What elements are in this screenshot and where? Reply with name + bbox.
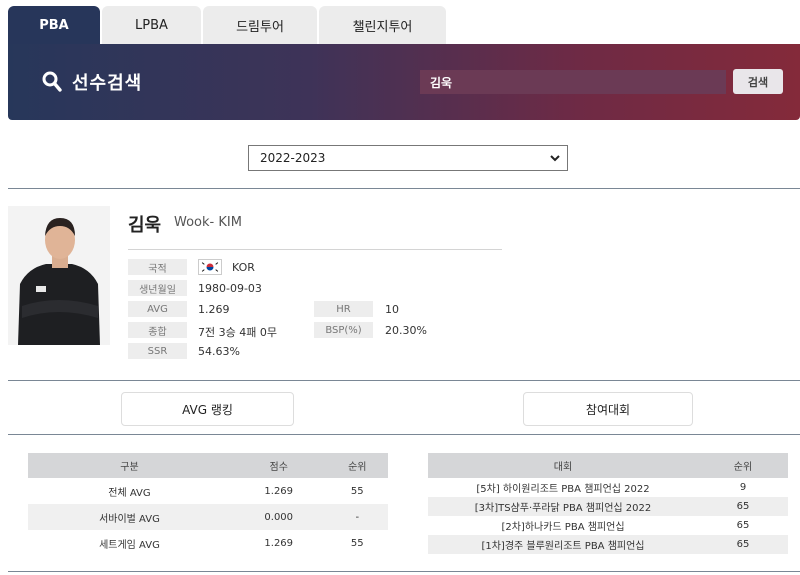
avg-value: 1.269 <box>198 303 230 316</box>
table-row: 세트게임 AVG 1.269 55 <box>28 530 388 556</box>
column-header: 순위 <box>698 453 788 478</box>
table-header-row: 구분 점수 순위 <box>28 453 388 478</box>
divider <box>8 571 800 572</box>
table-cell: 1.269 <box>264 485 294 497</box>
hr-value: 10 <box>385 303 399 316</box>
table-header-row: 대회 순위 <box>428 453 788 478</box>
column-header: 점수 <box>230 453 327 478</box>
player-name-english: Wook- KIM <box>174 215 242 230</box>
table-row[interactable]: [3차]TS샴푸·푸라닭 PBA 챔피언십 2022 65 <box>428 497 788 516</box>
table-cell: 55 <box>350 537 364 549</box>
tab-pba[interactable]: PBA <box>8 6 100 44</box>
nationality-label: 국적 <box>128 259 187 275</box>
table-cell: 1.269 <box>264 537 294 549</box>
player-name: 김욱 <box>128 215 162 236</box>
divider <box>8 188 800 189</box>
season-select-value: 2022-2023 <box>260 151 326 165</box>
divider <box>8 380 800 381</box>
event-rank: 65 <box>698 497 788 516</box>
birth-label: 생년월일 <box>128 280 187 296</box>
column-header: 순위 <box>326 453 388 478</box>
event-rank: 65 <box>736 520 750 531</box>
divider <box>128 249 502 250</box>
column-header: 대회 <box>428 453 698 478</box>
player-search-input[interactable] <box>420 70 726 94</box>
nationality-value: KOR <box>232 261 255 274</box>
table-cell: 전체 AVG <box>108 487 151 499</box>
table-cell: 서바이벌 AVG <box>28 504 231 530</box>
avg-ranking-table: 구분 점수 순위 전체 AVG 1.269 55 서바이벌 AVG 0.000 … <box>28 453 388 556</box>
chevron-down-icon <box>550 155 560 162</box>
search-icon <box>42 71 62 92</box>
event-name: [1차]경주 블루원리조트 PBA 챔피언십 <box>428 535 698 554</box>
event-name: [2차]하나카드 PBA 챔피언십 <box>501 522 625 533</box>
tour-tabs: PBA LPBA 드림투어 챌린지투어 <box>8 6 448 44</box>
birth-value: 1980-09-03 <box>198 282 262 295</box>
total-record-value: 7전 3승 4패 0무 <box>198 326 277 339</box>
tab-challenge-tour[interactable]: 챌린지투어 <box>319 6 446 44</box>
tab-dream-tour[interactable]: 드림투어 <box>203 6 317 44</box>
bsp-label: BSP(%) <box>314 322 373 338</box>
tab-lpba[interactable]: LPBA <box>102 6 201 44</box>
table-row[interactable]: [2차]하나카드 PBA 챔피언십 65 <box>428 516 788 535</box>
table-cell: 0.000 <box>230 504 327 530</box>
table-cell: 세트게임 AVG <box>99 539 160 551</box>
page-title: 선수검색 <box>42 69 142 95</box>
participated-events-table: 대회 순위 [5차] 하이원리조트 PBA 챔피언십 2022 9 [3차]TS… <box>428 453 788 554</box>
ssr-label: SSR <box>128 343 187 359</box>
bsp-value: 20.30% <box>385 324 427 337</box>
event-name: [3차]TS샴푸·푸라닭 PBA 챔피언십 2022 <box>428 497 698 516</box>
table-row: 서바이벌 AVG 0.000 - <box>28 504 388 530</box>
player-search-banner: 선수검색 검색 <box>8 44 800 120</box>
table-row[interactable]: [5차] 하이원리조트 PBA 챔피언십 2022 9 <box>428 478 788 497</box>
event-rank: 9 <box>739 482 747 493</box>
avg-label: AVG <box>128 301 187 317</box>
table-cell: 55 <box>350 485 364 497</box>
column-header: 구분 <box>28 453 231 478</box>
korea-flag-icon <box>198 259 222 275</box>
page-title-text: 선수검색 <box>72 73 143 94</box>
table-cell: - <box>326 504 388 530</box>
table-row: 전체 AVG 1.269 55 <box>28 478 388 504</box>
event-name: [5차] 하이원리조트 PBA 챔피언십 2022 <box>476 484 650 495</box>
divider <box>8 434 800 435</box>
event-rank: 65 <box>698 535 788 554</box>
table-row[interactable]: [1차]경주 블루원리조트 PBA 챔피언십 65 <box>428 535 788 554</box>
avg-ranking-button[interactable]: AVG 랭킹 <box>121 392 294 426</box>
hr-label: HR <box>314 301 373 317</box>
season-select[interactable]: 2022-2023 <box>248 145 568 171</box>
total-record-label: 종합 <box>128 322 187 338</box>
search-button[interactable]: 검색 <box>733 69 783 94</box>
participated-events-button[interactable]: 참여대회 <box>523 392 693 426</box>
ssr-value: 54.63% <box>198 345 240 358</box>
player-photo <box>8 206 110 345</box>
